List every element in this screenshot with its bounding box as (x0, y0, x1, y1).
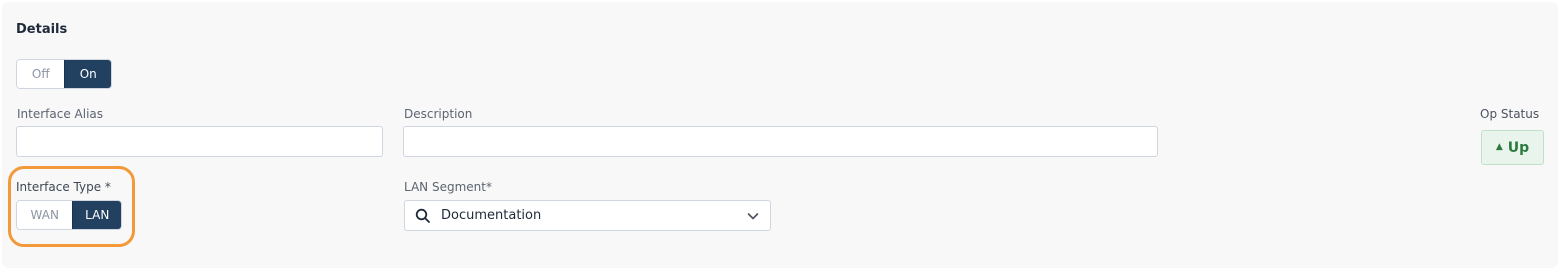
lan-segment-label: LAN Segment* (404, 180, 492, 194)
interface-type-lan-button[interactable]: LAN (72, 201, 121, 229)
interface-alias-input[interactable] (16, 126, 383, 157)
chevron-down-icon[interactable] (746, 209, 760, 223)
interface-type-toggle: WAN LAN (16, 200, 122, 230)
description-label: Description (404, 107, 473, 121)
interface-alias-label: Interface Alias (17, 107, 104, 121)
lan-segment-value: Documentation (441, 208, 542, 223)
toggle-off-button[interactable]: Off (17, 60, 65, 88)
lan-segment-select[interactable]: Documentation (404, 200, 771, 231)
interface-type-label: Interface Type * (16, 180, 111, 194)
op-status-badge: ▲ Up (1481, 130, 1544, 165)
op-status-label: Op Status (1480, 107, 1540, 121)
enabled-toggle: Off On (16, 59, 112, 89)
section-title: Details (16, 22, 68, 37)
interface-type-wan-button[interactable]: WAN (17, 201, 73, 229)
search-icon (415, 208, 430, 223)
description-input[interactable] (403, 126, 1158, 157)
toggle-on-button[interactable]: On (64, 60, 111, 88)
up-arrow-icon: ▲ (1495, 142, 1503, 152)
op-status-value: Up (1507, 139, 1530, 156)
